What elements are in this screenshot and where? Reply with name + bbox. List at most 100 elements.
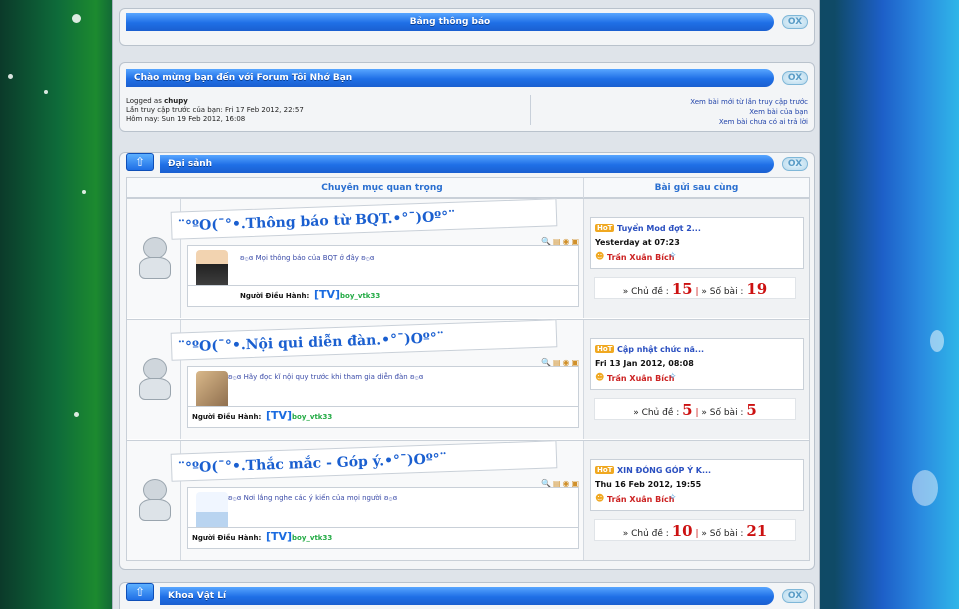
- user-icon: ☻: [595, 494, 605, 504]
- forum-description: ʚ۞ɞ Hãy đọc kĩ nội quy trước khi tham gi…: [228, 373, 424, 381]
- last-post-date: Thu 16 Feb 2012, 19:55: [595, 480, 702, 489]
- toggle-button[interactable]: OX: [782, 589, 808, 603]
- topics-count: 5: [682, 401, 693, 419]
- last-post-cell: HoT Tuyển Mod đợt 2... Yesterday at 07:2…: [583, 199, 809, 318]
- last-visit: Lần truy cập trước của bạn: Fri 17 Feb 2…: [126, 106, 304, 114]
- forum-title[interactable]: ¨°ºO(¯°•.Thông báo từ BQT.•°¯)Oº°¨: [170, 198, 558, 240]
- bg-decoration: [82, 190, 86, 194]
- bg-decoration: [930, 330, 944, 352]
- last-post-box: HoT XIN ĐÓNG GÓP Ý K... Thu 16 Feb 2012,…: [590, 459, 804, 511]
- posts-count: 21: [746, 522, 768, 540]
- topics-count: 10: [671, 522, 693, 540]
- notice-title: Bảng thông báo: [126, 13, 774, 31]
- moderator-box: Người Điều Hành: [TV] boy_vtk33: [187, 527, 579, 549]
- today-date: Hôm nay: Sun 19 Feb 2012, 16:08: [126, 115, 246, 123]
- stats-separator: |: [695, 408, 699, 418]
- posts-label: » Số bài :: [701, 408, 744, 418]
- forum-row: ¨°ºO(¯°•.Thắc mắc - Góp ý.•°¯)Oº°¨ 🔍▤◉▣ …: [127, 440, 809, 560]
- go-to-post-icon[interactable]: ✧: [669, 372, 677, 382]
- forum-status-icon: [137, 358, 173, 402]
- toggle-button[interactable]: OX: [782, 157, 808, 171]
- posts-count: 19: [746, 280, 768, 298]
- moderator-label: Người Điều Hành:: [240, 292, 310, 300]
- forum-row: ¨°ºO(¯°•.Nội qui diễn đàn.•°¯)Oº°¨ 🔍▤◉▣ …: [127, 319, 809, 439]
- mod-avatar: [196, 250, 228, 290]
- col-last-header: Bài gửi sau cùng: [583, 178, 809, 198]
- last-post-author[interactable]: Trần Xuân Bích: [607, 253, 674, 262]
- forum-status-icon: [137, 237, 173, 281]
- topics-label: » Chủ đề :: [622, 287, 669, 297]
- forum-description-box: ʚ۞ɞ Mọi thông báo của BQT ở đây ʚ۞ɞ: [187, 245, 579, 290]
- category-title[interactable]: Khoa Vật Lí: [160, 587, 774, 605]
- bg-decoration: [44, 90, 48, 94]
- last-post-date: Yesterday at 07:23: [595, 238, 680, 247]
- forum-stats: » Chủ đề : 5 | » Số bài : 5: [594, 398, 796, 420]
- new-posts-link[interactable]: Xem bài mới từ lần truy cập trước: [690, 97, 808, 107]
- forum-title[interactable]: ¨°ºO(¯°•.Thắc mắc - Góp ý.•°¯)Oº°¨: [170, 440, 558, 482]
- forum-title[interactable]: ¨°ºO(¯°•.Nội qui diễn đàn.•°¯)Oº°¨: [170, 319, 558, 361]
- forum-status-icon: [137, 479, 173, 523]
- go-to-post-icon[interactable]: ✧: [669, 251, 677, 261]
- stats-separator: |: [695, 287, 699, 297]
- moderator-box: Người Điều Hành: [TV] boy_vtk33: [187, 285, 579, 307]
- category-box: ⇧ Đại sảnh OX Chuyên mục quan trọng Bài …: [119, 152, 815, 570]
- forum-description-box: ʚ۞ɞ Nơi lắng nghe các ý kiến của mọi ngư…: [187, 487, 579, 532]
- last-post-author[interactable]: Trần Xuân Bích: [607, 374, 674, 383]
- forum-description: ʚ۞ɞ Mọi thông báo của BQT ở đây ʚ۞ɞ: [240, 254, 375, 262]
- stats-separator: |: [695, 529, 699, 539]
- moderator-tag: [TV]: [314, 288, 341, 301]
- forum-stats: » Chủ đề : 15 | » Số bài : 19: [594, 277, 796, 299]
- moderator-box: Người Điều Hành: [TV] boy_vtk33: [187, 406, 579, 428]
- welcome-title: Chào mừng bạn đến với Forum Tôi Nhớ Bạn: [126, 69, 774, 87]
- back-to-top-button[interactable]: ⇧: [126, 583, 154, 601]
- last-post-box: HoT Tuyển Mod đợt 2... Yesterday at 07:2…: [590, 217, 804, 269]
- last-post-title[interactable]: XIN ĐÓNG GÓP Ý K...: [617, 466, 711, 475]
- topics-label: » Chủ đề :: [622, 529, 669, 539]
- moderator-name[interactable]: boy_vtk33: [340, 292, 380, 300]
- posts-label: » Số bài :: [701, 287, 744, 297]
- forum-description: ʚ۞ɞ Nơi lắng nghe các ý kiến của mọi ngư…: [228, 494, 398, 502]
- user-info: Logged as chupy Lần truy cập trước của b…: [126, 97, 304, 124]
- moderator-name[interactable]: boy_vtk33: [292, 534, 332, 542]
- last-post-title[interactable]: Tuyển Mod đợt 2...: [617, 224, 701, 233]
- last-post-box: HoT Cập nhật chức nă... Fri 13 Jan 2012,…: [590, 338, 804, 390]
- hot-badge: HoT: [595, 466, 615, 474]
- last-post-date: Fri 13 Jan 2012, 08:08: [595, 359, 694, 368]
- my-posts-link[interactable]: Xem bài của bạn: [690, 107, 808, 117]
- last-post-title[interactable]: Cập nhật chức nă...: [617, 345, 704, 354]
- posts-count: 5: [746, 401, 757, 419]
- notice-box: Bảng thông báo OX: [119, 8, 815, 46]
- toggle-button[interactable]: OX: [782, 71, 808, 85]
- back-to-top-button[interactable]: ⇧: [126, 153, 154, 171]
- feedback-mail-icon: [196, 492, 228, 532]
- hot-badge: HoT: [595, 224, 615, 232]
- forum-stats: » Chủ đề : 10 | » Số bài : 21: [594, 519, 796, 541]
- category-title[interactable]: Đại sảnh: [160, 155, 774, 173]
- last-post-cell: HoT XIN ĐÓNG GÓP Ý K... Thu 16 Feb 2012,…: [583, 441, 809, 560]
- category-box: ⇧ Khoa Vật Lí OX: [119, 582, 815, 609]
- hot-badge: HoT: [595, 345, 615, 353]
- user-icon: ☻: [595, 373, 605, 383]
- moderator-name[interactable]: boy_vtk33: [292, 413, 332, 421]
- unanswered-link[interactable]: Xem bài chưa có ai trả lời: [690, 117, 808, 127]
- posts-label: » Số bài :: [701, 529, 744, 539]
- welcome-box: Chào mừng bạn đến với Forum Tôi Nhớ Bạn …: [119, 62, 815, 132]
- bg-decoration: [72, 14, 81, 23]
- go-to-post-icon[interactable]: ✧: [669, 493, 677, 503]
- moderator-label: Người Điều Hành:: [192, 413, 262, 421]
- moderator-tag: [TV]: [266, 409, 293, 422]
- last-post-author[interactable]: Trần Xuân Bích: [607, 495, 674, 504]
- forum-container: Bảng thông báo OX Chào mừng bạn đến với …: [112, 0, 820, 609]
- last-post-cell: HoT Cập nhật chức nă... Fri 13 Jan 2012,…: [583, 320, 809, 439]
- toggle-button[interactable]: OX: [782, 15, 808, 29]
- bg-decoration: [912, 470, 938, 506]
- col-forum-header: Chuyên mục quan trọng: [321, 183, 443, 193]
- topics-label: » Chủ đề :: [633, 408, 680, 418]
- forum-row: ¨°ºO(¯°•.Thông báo từ BQT.•°¯)Oº°¨ 🔍▤◉▣ …: [127, 198, 809, 318]
- moderator-label: Người Điều Hành:: [192, 534, 262, 542]
- bg-decoration: [74, 412, 79, 417]
- divider: [530, 95, 531, 125]
- rules-book-icon: [196, 371, 228, 411]
- username[interactable]: chupy: [164, 97, 188, 105]
- forum-table: Chuyên mục quan trọng Bài gửi sau cùng ¨…: [126, 177, 810, 561]
